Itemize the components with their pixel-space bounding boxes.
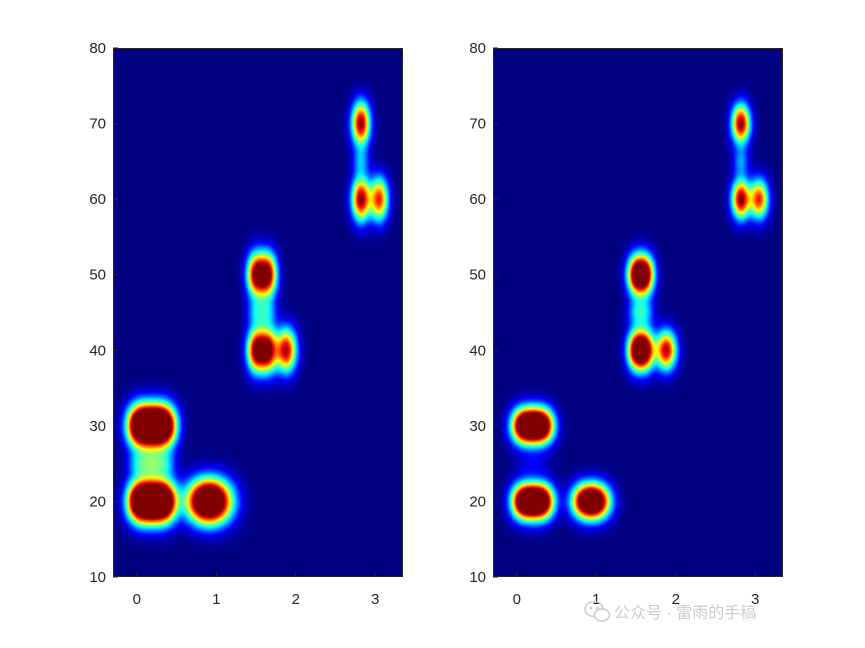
watermark-text: 公众号 · 雷雨的手稿	[614, 604, 756, 622]
right-y-tick-label: 10	[469, 569, 486, 586]
left-y-tick-label: 60	[89, 191, 106, 208]
right-heatmap-axes: 0 1 2 31020304050607080	[469, 40, 783, 608]
right-heatmap-image	[493, 48, 783, 577]
right-y-tick-label: 40	[469, 342, 486, 359]
left-y-tick-label: 40	[89, 342, 106, 359]
left-y-tick-label: 70	[89, 116, 106, 133]
left-y-tick-label: 30	[89, 418, 106, 435]
left-x-tick-label: 3	[371, 591, 379, 608]
figure: 0 1 2 31020304050607080 0 1 2 3102030405060708…	[0, 0, 865, 648]
left-y-tick-label: 80	[89, 40, 106, 57]
left-y-tick-label: 50	[89, 267, 106, 284]
left-heatmap-image	[113, 48, 403, 577]
left-x-tick-label: 0	[133, 591, 141, 608]
right-y-tick-label: 60	[469, 191, 486, 208]
right-y-tick-label: 80	[469, 40, 486, 57]
right-y-tick-label: 20	[469, 493, 486, 510]
right-x-tick-label: 0	[513, 591, 521, 608]
left-y-tick-label: 10	[89, 569, 106, 586]
left-heatmap-axes: 0 1 2 3 10 20 30 40 50 60 70 80	[89, 40, 403, 608]
right-y-tick-label: 50	[469, 267, 486, 284]
left-x-tick-label: 1	[212, 591, 220, 608]
right-y-tick-label: 70	[469, 116, 486, 133]
left-y-tick-label: 20	[89, 493, 106, 510]
left-x-tick-label: 2	[292, 591, 300, 608]
right-y-tick-label: 30	[469, 418, 486, 435]
right-x-tick-label: 1	[592, 591, 600, 608]
